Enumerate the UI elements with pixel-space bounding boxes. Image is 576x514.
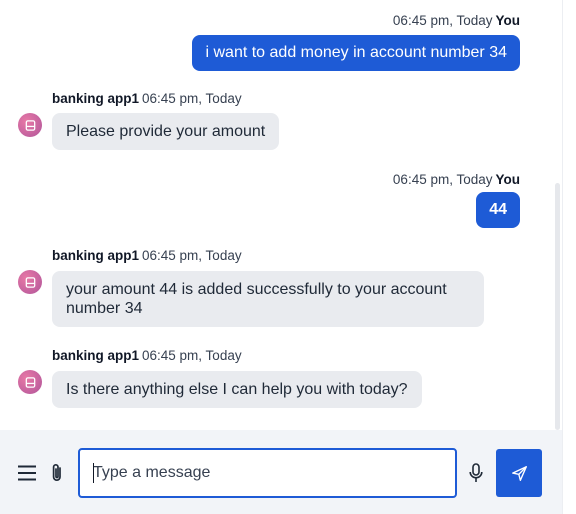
sender-name: You — [495, 13, 521, 28]
bot-icon — [25, 276, 35, 288]
paperclip-icon[interactable] — [48, 462, 66, 484]
microphone-icon[interactable] — [467, 462, 485, 484]
user-message-meta: 06:45 pm, Today You — [393, 172, 520, 187]
message-time: 06:45 pm, Today — [392, 172, 493, 187]
message-time: 06:45 pm, Today — [142, 248, 242, 263]
user-message-bubble: 44 — [476, 192, 520, 228]
scrollbar-thumb[interactable] — [555, 183, 560, 430]
bot-message-meta: banking app1 06:45 pm, Today — [52, 248, 242, 263]
bot-message-meta: banking app1 06:45 pm, Today — [52, 348, 242, 363]
text-cursor — [93, 463, 94, 483]
bot-avatar — [18, 113, 42, 137]
hamburger-menu-icon[interactable] — [17, 463, 37, 483]
sender-name: banking app1 — [52, 91, 140, 106]
sender-name: banking app1 — [52, 348, 140, 363]
send-button[interactable] — [496, 449, 542, 497]
bot-avatar — [18, 270, 42, 294]
bot-message-bubble: Is there anything else I can help you wi… — [52, 371, 422, 408]
user-message-meta: 06:45 pm, Today You — [393, 13, 520, 28]
sender-name: You — [495, 172, 521, 187]
bot-icon — [25, 119, 35, 131]
message-time: 06:45 pm, Today — [142, 91, 242, 106]
bot-message-bubble: your amount 44 is added successfully to … — [52, 271, 484, 327]
bot-message-bubble: Please provide your amount — [52, 113, 280, 150]
message-input[interactable] — [78, 448, 457, 498]
panel-edge — [562, 0, 576, 514]
user-message-bubble: i want to add money in account number 34 — [192, 35, 520, 71]
send-icon — [511, 465, 527, 481]
message-time: 06:45 pm, Today — [392, 13, 493, 28]
bot-avatar — [18, 370, 42, 394]
sender-name: banking app1 — [52, 248, 140, 263]
chat-messages-area: 06:45 pm, Today You i want to add money i… — [0, 0, 560, 430]
bot-icon — [25, 376, 35, 388]
message-time: 06:45 pm, Today — [142, 348, 242, 363]
bot-message-meta: banking app1 06:45 pm, Today — [52, 91, 242, 106]
